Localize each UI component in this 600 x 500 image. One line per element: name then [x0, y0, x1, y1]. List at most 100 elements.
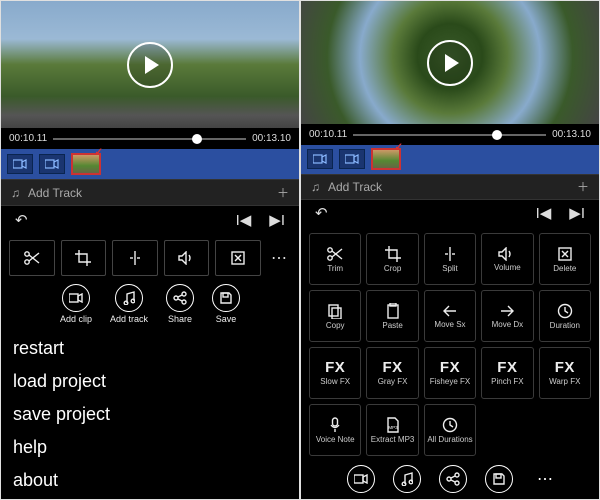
add-track-plus-icon[interactable]: ＋	[577, 178, 589, 195]
clip-thumbnail-selected[interactable]	[371, 148, 401, 170]
paste-icon	[386, 303, 400, 319]
grid-label: All Durations	[427, 435, 472, 444]
split-button[interactable]: Split	[424, 233, 476, 285]
trim-button[interactable]	[9, 240, 55, 276]
paste-button[interactable]: Paste	[366, 290, 418, 342]
more-icon[interactable]: ⋯	[267, 248, 291, 268]
warp-fx-button[interactable]: FXWarp FX	[539, 347, 591, 399]
add-track-button[interactable]: Add track	[110, 284, 148, 324]
video-track[interactable]	[301, 145, 599, 174]
music-icon	[401, 472, 413, 486]
duration-button[interactable]: Duration	[539, 290, 591, 342]
right-icon	[499, 304, 515, 318]
share-icon	[446, 472, 460, 486]
add-track-plus-icon[interactable]: ＋	[277, 184, 289, 201]
save-button[interactable]: Save	[212, 284, 240, 324]
delete-button[interactable]	[215, 240, 261, 276]
nav-row: ↶ I◀ ▶I	[301, 200, 599, 227]
camera-icon	[39, 154, 65, 174]
camera-icon	[339, 149, 365, 169]
copy-button[interactable]: Copy	[309, 290, 361, 342]
bottom-action-bar: ⋯	[301, 462, 599, 499]
undo-icon[interactable]: ↶	[15, 211, 28, 229]
grid-label: Pinch FX	[491, 377, 523, 386]
camera-icon	[62, 284, 90, 312]
gray-fx-button[interactable]: FX Gray FX	[366, 347, 418, 399]
crop-button[interactable]	[61, 240, 107, 276]
grid-label: Split	[442, 264, 458, 273]
svg-text:MP3: MP3	[388, 425, 398, 430]
tool-grid: TrimCrop Split Volume Delete Copy Paste Move S…	[301, 227, 599, 462]
volume-button[interactable]	[164, 240, 210, 276]
slow-fx-button[interactable]: FXSlow FX	[309, 347, 361, 399]
grid-label: Voice Note	[316, 435, 355, 444]
add-track-button[interactable]	[393, 465, 421, 493]
next-clip-icon[interactable]: ▶I	[269, 211, 285, 229]
music-icon	[115, 284, 143, 312]
extract-mp3-button[interactable]: MP3Extract MP3	[366, 404, 418, 456]
video-preview[interactable]	[301, 1, 599, 124]
share-button[interactable]	[439, 465, 467, 493]
more-icon[interactable]: ⋯	[537, 469, 553, 489]
undo-icon[interactable]: ↶	[315, 204, 328, 222]
action-label: Save	[216, 314, 237, 324]
move-sx-button[interactable]: Move Sx	[424, 290, 476, 342]
menu-item-restart[interactable]: restart	[13, 338, 287, 359]
video-track[interactable]	[1, 149, 299, 179]
save-button[interactable]	[485, 465, 513, 493]
delete-icon	[230, 250, 246, 266]
crop-icon	[75, 250, 91, 266]
mp3-icon: MP3	[386, 417, 400, 433]
menu-item-save-project[interactable]: save project	[13, 404, 287, 425]
clip-thumbnail-selected[interactable]	[71, 153, 101, 175]
camera-icon	[307, 149, 333, 169]
play-button[interactable]	[427, 40, 473, 86]
scrubber-thumb[interactable]	[192, 134, 202, 144]
grid-label: Copy	[326, 321, 345, 330]
split-icon	[442, 246, 458, 262]
trim-button[interactable]: Trim	[309, 233, 361, 285]
scissors-icon	[23, 250, 41, 266]
nav-row: ↶ I◀ ▶I	[1, 206, 299, 234]
audio-track-row[interactable]: ♫ Add Track ＋	[1, 179, 299, 205]
clock-icon	[442, 417, 458, 433]
prev-clip-icon[interactable]: I◀	[236, 211, 252, 229]
grid-label: Gray FX	[378, 377, 408, 386]
time-elapsed: 00:10.11	[9, 133, 47, 144]
voice-note-button[interactable]: Voice Note	[309, 404, 361, 456]
action-row: Add clip Add track Share Save	[1, 282, 299, 330]
fisheye-fx-button[interactable]: FXFisheye FX	[424, 347, 476, 399]
prev-clip-icon[interactable]: I◀	[536, 204, 552, 222]
scrubber[interactable]	[53, 138, 246, 140]
fx-icon: FX	[555, 360, 575, 375]
grid-label: Slow FX	[320, 377, 350, 386]
video-preview[interactable]	[1, 1, 299, 128]
clock-icon	[557, 303, 573, 319]
menu-item-help[interactable]: help	[13, 437, 287, 458]
menu-item-load-project[interactable]: load project	[13, 371, 287, 392]
all-durations-button[interactable]: All Durations	[424, 404, 476, 456]
menu-item-about[interactable]: about	[13, 470, 287, 491]
pinch-fx-button[interactable]: FXPinch FX	[481, 347, 533, 399]
move-dx-button[interactable]: Move Dx	[481, 290, 533, 342]
audio-track-row[interactable]: ♫ Add Track ＋	[301, 174, 599, 200]
play-button[interactable]	[127, 42, 173, 88]
copy-icon	[327, 303, 343, 319]
pane-left: 00:10.11 00:13.10 ♫ Add Track ＋ ↶ I◀ ▶I …	[1, 1, 299, 499]
next-clip-icon[interactable]: ▶I	[569, 204, 585, 222]
delete-button[interactable]: Delete	[539, 233, 591, 285]
add-clip-button[interactable]: Add clip	[60, 284, 92, 324]
crop-button[interactable]: Crop	[366, 233, 418, 285]
left-icon	[442, 304, 458, 318]
fx-icon: FX	[383, 360, 403, 375]
split-button[interactable]	[112, 240, 158, 276]
empty-cell	[539, 404, 591, 456]
volume-button[interactable]: Volume	[481, 233, 533, 285]
scrubber[interactable]	[353, 134, 546, 136]
grid-label: Delete	[553, 264, 576, 273]
scrubber-thumb[interactable]	[492, 130, 502, 140]
grid-label: Move Sx	[434, 320, 465, 329]
share-button[interactable]: Share	[166, 284, 194, 324]
empty-cell	[481, 404, 533, 456]
add-clip-button[interactable]	[347, 465, 375, 493]
